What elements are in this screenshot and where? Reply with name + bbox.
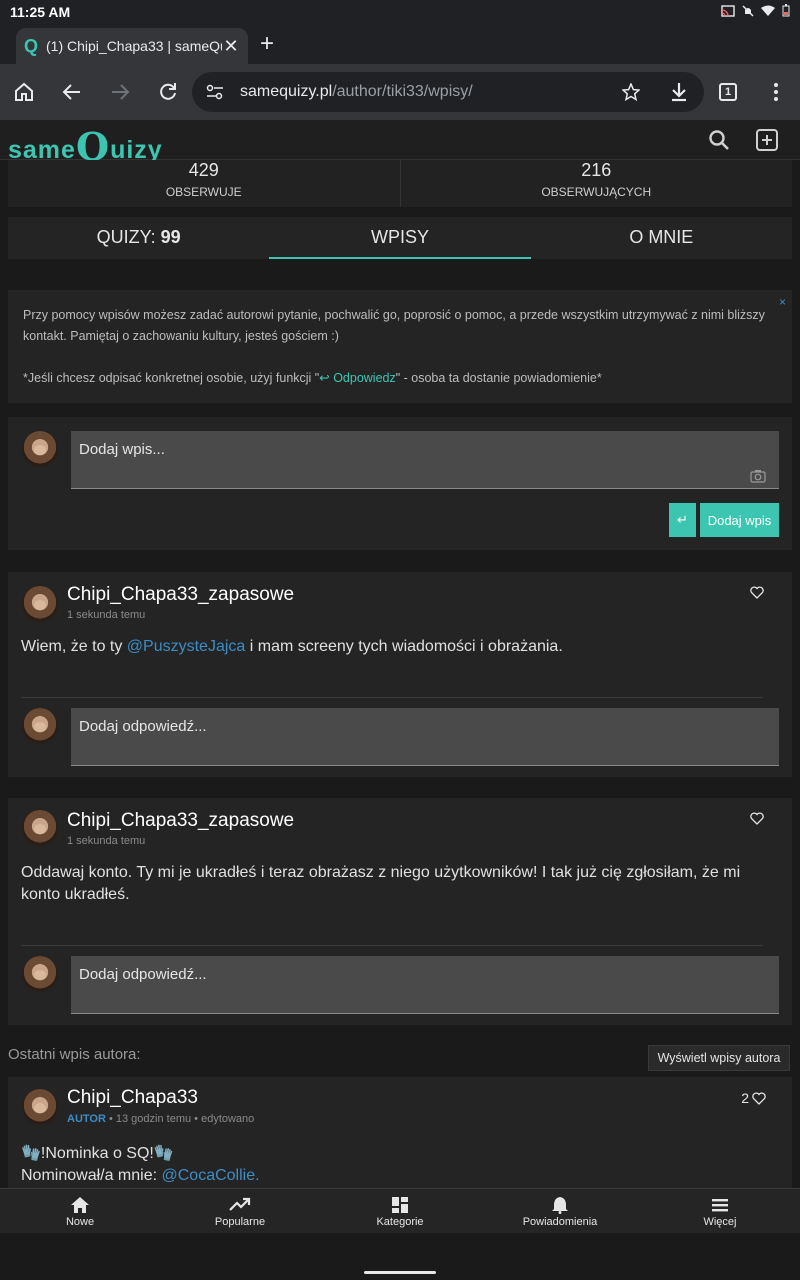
post-body: 🧤!Nominka o SQ!🧤 Nominował/a mnie: @Coca… xyxy=(21,1145,260,1184)
view-author-posts-button[interactable]: Wyświetl wpisy autora xyxy=(648,1045,790,1071)
following-count: 429 xyxy=(188,160,219,180)
followers-count: 216 xyxy=(581,160,612,180)
bookmark-star-icon[interactable] xyxy=(622,83,640,101)
samequizy-favicon-icon: Q xyxy=(24,35,39,56)
avatar xyxy=(22,586,58,622)
status-icons xyxy=(721,4,790,17)
like-heart-icon[interactable] xyxy=(750,586,764,599)
following-stat[interactable]: 429 OBSERWUJE xyxy=(8,160,401,207)
post-author[interactable]: Chipi_Chapa33_zapasowe xyxy=(67,584,294,606)
post-body: Wiem, że to ty @PuszysteJajca i mam scre… xyxy=(21,638,563,655)
following-label: OBSERWUJE xyxy=(165,185,242,199)
download-icon[interactable] xyxy=(670,82,688,102)
nav-powiadomienia[interactable]: Powiadomienia xyxy=(480,1189,640,1233)
site-header: sameQuizy xyxy=(0,120,800,169)
like-heart-icon[interactable] xyxy=(752,1091,766,1105)
post-body: Oddawaj konto. Ty mi je ukradłeś i teraz… xyxy=(21,864,741,903)
cast-icon xyxy=(721,4,735,17)
profile-stats: 429 OBSERWUJE 216 OBSERWUJĄCYCH xyxy=(8,160,792,207)
system-gesture-bar xyxy=(0,1233,800,1280)
post-meta: AUTOR • 13 godzin temu • edytowano xyxy=(67,1113,255,1125)
bell-icon xyxy=(552,1197,568,1214)
avatar xyxy=(22,1089,58,1125)
home-icon[interactable] xyxy=(10,78,38,106)
url-text: samequizy.pl/author/tiki33/wpisy/ xyxy=(240,83,473,100)
post-author[interactable]: Chipi_Chapa33_zapasowe xyxy=(67,810,294,832)
post-card: Chipi_Chapa33_zapasowe 1 sekunda temu Od… xyxy=(8,798,792,1025)
followers-label: OBSERWUJĄCYCH xyxy=(541,185,652,199)
like-heart-icon[interactable] xyxy=(750,812,764,825)
browser-tab[interactable]: Q (1) Chipi_Chapa33 | sameQu ✕ xyxy=(16,28,248,64)
address-bar[interactable]: samequizy.pl/author/tiki33/wpisy/ xyxy=(192,72,704,112)
info-text: Przy pomocy wpisów możesz zadać autorowi… xyxy=(23,308,765,343)
add-quiz-icon[interactable] xyxy=(755,128,779,152)
tab-wpisy[interactable]: WPISY xyxy=(269,217,531,259)
avatar xyxy=(22,708,58,744)
close-info-icon[interactable]: × xyxy=(779,292,786,313)
profile-tabs: QUIZY: 99 WPISY O MNIE xyxy=(8,217,792,259)
nav-popularne[interactable]: Popularne xyxy=(160,1189,320,1233)
close-tab-icon[interactable]: ✕ xyxy=(222,36,240,57)
reload-icon[interactable] xyxy=(154,78,182,106)
battery-icon xyxy=(782,4,790,17)
status-bar: 11:25 AM xyxy=(0,0,800,24)
divider xyxy=(21,697,763,698)
avatar xyxy=(22,431,58,467)
last-post-label: Ostatni wpis autora: xyxy=(8,1046,141,1063)
hamburger-icon xyxy=(712,1199,728,1212)
divider xyxy=(21,945,763,946)
enter-toggle-button[interactable]: ↵ xyxy=(669,503,696,537)
browser-toolbar: samequizy.pl/author/tiki33/wpisy/ 1 xyxy=(0,64,800,120)
site-settings-icon[interactable] xyxy=(206,84,224,100)
nav-wiecej[interactable]: Więcej xyxy=(640,1189,800,1233)
mention-link[interactable]: @PuszysteJajca xyxy=(127,638,246,655)
tab-o-mnie[interactable]: O MNIE xyxy=(531,217,792,259)
tab-title: (1) Chipi_Chapa33 | sameQu xyxy=(46,38,222,54)
post-author[interactable]: Chipi_Chapa33 xyxy=(67,1087,198,1109)
dashboard-icon xyxy=(392,1197,408,1213)
info-reply-hint: *Jeśli chcesz odpisać konkretnej osobie,… xyxy=(23,371,602,385)
reply-input[interactable]: Dodaj odpowiedź... xyxy=(71,956,779,1014)
tab-quizy[interactable]: QUIZY: 99 xyxy=(8,217,269,259)
status-time: 11:25 AM xyxy=(10,4,71,20)
camera-icon[interactable] xyxy=(750,469,766,483)
mention-link[interactable]: @CocaCollie. xyxy=(162,1167,260,1184)
nav-nowe[interactable]: Nowe xyxy=(0,1189,160,1233)
browser-tab-strip: Q (1) Chipi_Chapa33 | sameQu ✕ + xyxy=(0,24,800,64)
post-time: 1 sekunda temu xyxy=(67,609,146,621)
new-tab-icon[interactable]: + xyxy=(260,30,274,58)
forward-icon[interactable] xyxy=(106,78,134,106)
menu-icon[interactable] xyxy=(762,78,790,106)
followers-stat[interactable]: 216 OBSERWUJĄCYCH xyxy=(401,160,793,207)
bottom-nav: Nowe Popularne Kategorie Powiadomienia W… xyxy=(0,1188,800,1233)
reply-input[interactable]: Dodaj odpowiedź... xyxy=(71,708,779,766)
post-card: Chipi_Chapa33_zapasowe 1 sekunda temu Wi… xyxy=(8,572,792,777)
add-post-form: Dodaj wpis... ↵ Dodaj wpis xyxy=(8,417,792,550)
tab-switcher-button[interactable]: 1 xyxy=(714,78,742,106)
back-icon[interactable] xyxy=(58,78,86,106)
tab-count: 1 xyxy=(719,83,737,101)
home-icon xyxy=(71,1197,89,1213)
author-badge: AUTOR xyxy=(67,1113,106,1125)
trending-icon xyxy=(229,1197,251,1211)
info-box: × Przy pomocy wpisów możesz zadać autoro… xyxy=(8,290,792,403)
avatar xyxy=(22,956,58,992)
avatar xyxy=(22,810,58,846)
reply-link: ↩ Odpowiedz xyxy=(319,371,396,385)
nav-kategorie[interactable]: Kategorie xyxy=(320,1189,480,1233)
like-counter[interactable]: 2 xyxy=(741,1090,766,1106)
add-post-button[interactable]: Dodaj wpis xyxy=(700,503,779,537)
mute-icon xyxy=(742,4,754,17)
post-time: 1 sekunda temu xyxy=(67,835,146,847)
add-post-input[interactable]: Dodaj wpis... xyxy=(71,431,779,489)
home-gesture-handle[interactable] xyxy=(364,1271,436,1274)
last-post-card: Chipi_Chapa33 AUTOR • 13 godzin temu • e… xyxy=(8,1077,792,1188)
wifi-icon xyxy=(761,5,775,16)
search-icon[interactable] xyxy=(708,129,730,151)
